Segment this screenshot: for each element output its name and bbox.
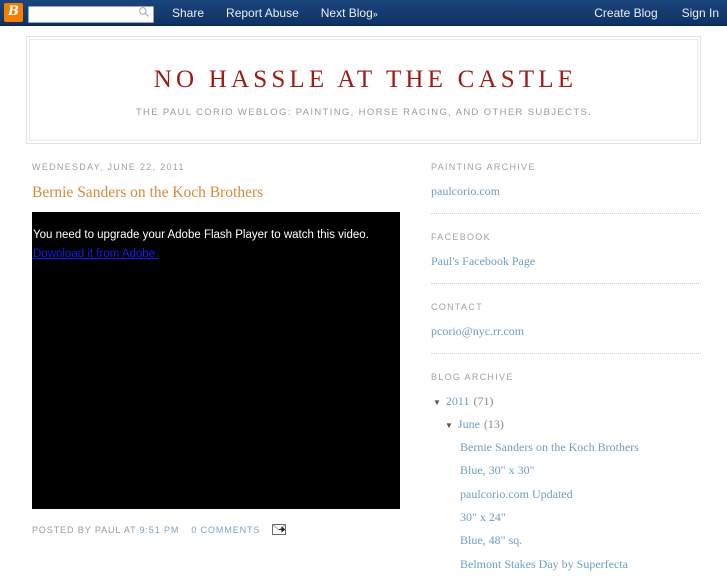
blogger-navbar: B Share Report Abuse Next Blog» Create B… [0,0,727,26]
archive-post-link[interactable]: 30" x 24" [460,510,506,524]
sidebar-section-title: FACEBOOK [431,231,491,242]
sidebar-divider [431,352,701,354]
archive-post-link[interactable]: Belmont Stakes Day by Superfecta [460,557,628,571]
archive-year-count: (71) [473,393,494,408]
archive-post-link[interactable]: Blue, 48" sq. [460,533,522,547]
sidebar-link-facebook-page[interactable]: Paul's Facebook Page [431,254,701,269]
sidebar-divider [431,282,701,284]
blog-post: WEDNESDAY, JUNE 22, 2011 Bernie Sanders … [32,162,408,536]
archive-post-item: 30" x 24" [431,510,701,524]
sidebar-section-title: PAINTING ARCHIVE [431,161,536,172]
sidebar-section-title: BLOG ARCHIVE [431,371,514,382]
navbar-link-next-blog-label: Next Blog [320,5,373,20]
navbar-search [28,4,154,23]
sidebar-link-paulcorio[interactable]: paulcorio.com [431,184,701,199]
archive-month-link[interactable]: June [458,417,480,432]
sidebar-section-title: CONTACT [431,301,483,312]
post-timestamp[interactable]: 9:51 PM [140,525,180,535]
navbar-links: Share Report Abuse Next Blog» [172,6,378,20]
main-column: WEDNESDAY, JUNE 22, 2011 Bernie Sanders … [26,162,408,580]
sidebar-divider [431,212,701,214]
archive-post-item: Blue, 48" sq. [431,533,701,547]
sidebar-section-contact: CONTACT pcorio@nyc.rr.com [431,302,701,339]
chevron-down-icon[interactable]: ▼ [433,398,441,407]
blog-header-frame: NO HASSLE AT THE CASTLE THE PAUL CORIO W… [26,36,701,144]
archive-year-row[interactable]: ▼ 2011 (71) [431,394,701,409]
blogger-logo-icon[interactable]: B [4,3,23,22]
archive-post-link[interactable]: Bernie Sanders on the Koch Brothers [460,440,639,454]
archive-post-item: Blue, 30" x 30" [431,463,701,477]
sidebar-link-email[interactable]: pcorio@nyc.rr.com [431,324,701,339]
page-wrapper: NO HASSLE AT THE CASTLE THE PAUL CORIO W… [0,26,727,580]
navbar-link-share[interactable]: Share [172,6,204,20]
post-footer: POSTED BY PAUL AT 9:51 PM 0 COMMENTS [32,524,408,536]
search-input[interactable] [28,5,154,23]
blog-title[interactable]: NO HASSLE AT THE CASTLE [40,66,687,94]
email-post-icon[interactable] [272,524,287,536]
navbar-right-links: Create Blog Sign In [570,0,719,26]
blog-header: NO HASSLE AT THE CASTLE THE PAUL CORIO W… [29,39,698,141]
archive-post-link[interactable]: paulcorio.com Updated [460,487,573,501]
content-columns: WEDNESDAY, JUNE 22, 2011 Bernie Sanders … [26,144,701,580]
sidebar-section-blog-archive: BLOG ARCHIVE ▼ 2011 (71) ▼ June (13) Ber… [431,372,701,571]
archive-post-item: Belmont Stakes Day by Superfecta [431,557,701,571]
flash-video-placeholder[interactable]: You need to upgrade your Adobe Flash Pla… [32,212,400,510]
blogger-logo-letter: B [8,4,19,19]
archive-month-row[interactable]: ▼ June (13) [431,417,701,432]
navbar-link-sign-in[interactable]: Sign In [682,6,719,20]
sidebar-section-facebook: FACEBOOK Paul's Facebook Page [431,232,701,269]
flash-upgrade-message: You need to upgrade your Adobe Flash Pla… [33,229,369,242]
archive-post-item: Bernie Sanders on the Koch Brothers [431,440,701,454]
post-author-label: POSTED BY PAUL AT [32,524,137,535]
sidebar: PAINTING ARCHIVE paulcorio.com FACEBOOK … [408,162,701,580]
archive-year-link[interactable]: 2011 [446,394,470,409]
archive-month-count: (13) [483,416,504,431]
archive-post-link[interactable]: Blue, 30" x 30" [460,463,534,477]
navbar-link-report-abuse[interactable]: Report Abuse [226,6,299,20]
post-title[interactable]: Bernie Sanders on the Koch Brothers [32,184,408,203]
flash-download-link[interactable]: Download it from Adobe. [33,248,158,260]
blog-description: THE PAUL CORIO WEBLOG: PAINTING, HORSE R… [135,106,593,118]
chevron-down-icon[interactable]: ▼ [445,421,453,430]
next-blog-chevron-icon: » [372,8,378,19]
sidebar-section-painting-archive: PAINTING ARCHIVE paulcorio.com [431,162,701,199]
navbar-link-next-blog[interactable]: Next Blog» [321,6,378,20]
archive-post-item: paulcorio.com Updated [431,487,701,501]
navbar-link-create-blog[interactable]: Create Blog [594,6,657,20]
post-comments-link[interactable]: 0 COMMENTS [191,525,260,535]
post-date: WEDNESDAY, JUNE 22, 2011 [32,161,185,172]
